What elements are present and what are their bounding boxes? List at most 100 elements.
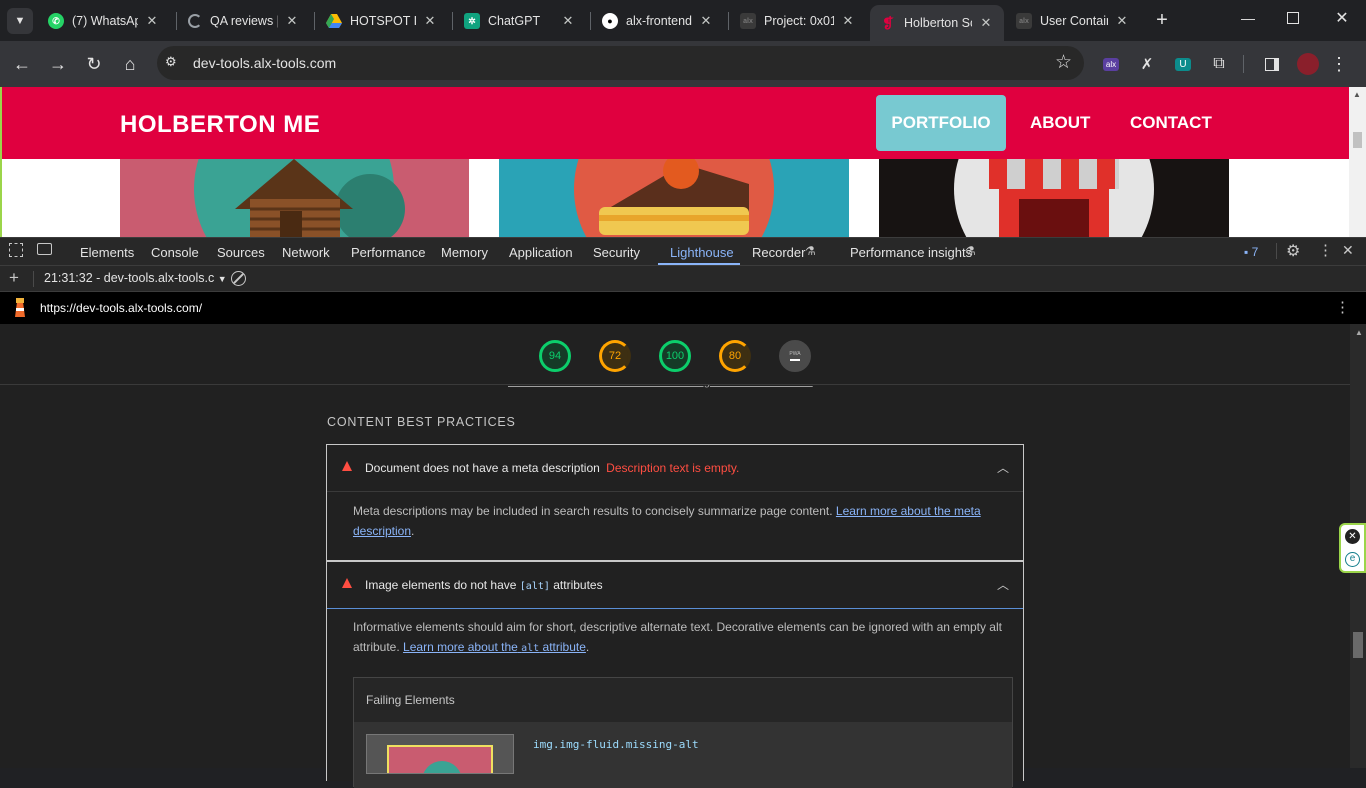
browser-toolbar: ← → ↻ ⌂ ⚙ dev-tools.alx-tools.com ☆ alx …	[0, 41, 1366, 87]
close-icon[interactable]: ✕	[1114, 13, 1130, 29]
nav-about[interactable]: ABOUT	[1014, 95, 1106, 151]
chevron-up-icon[interactable]: ︿	[997, 576, 1009, 593]
flask-icon: ⚗	[965, 244, 976, 258]
failing-elements-table: Failing Elements img.img-fluid.missing-a…	[353, 677, 1013, 788]
tab-search-button[interactable]: ▼	[7, 8, 33, 34]
close-icon[interactable]: ✕	[978, 15, 994, 31]
edge-icon[interactable]: e	[1345, 552, 1360, 567]
devtools-tab-recorder[interactable]: Recorder	[752, 245, 805, 260]
close-circle-icon[interactable]: ✕	[1345, 529, 1360, 544]
devtools-tab-performance[interactable]: Performance	[351, 245, 425, 260]
close-icon[interactable]: ✕	[840, 13, 856, 29]
settings-gear-icon[interactable]: ⚙	[1286, 241, 1300, 261]
nav-portfolio[interactable]: PORTFOLIO	[876, 95, 1006, 151]
close-devtools-icon[interactable]: ✕	[1342, 242, 1354, 259]
menu-button[interactable]: ⋮	[1324, 49, 1354, 79]
dropdown-caret-icon: ▼	[217, 274, 227, 284]
gauge-performance[interactable]: 94	[539, 340, 571, 372]
close-window-button[interactable]: ✕	[1332, 8, 1352, 28]
devtools-tab-sources[interactable]: Sources	[217, 245, 265, 260]
restore-button[interactable]	[1287, 12, 1299, 24]
whatsapp-icon: ✆	[48, 13, 64, 29]
close-icon[interactable]: ✕	[422, 13, 438, 29]
site-logo[interactable]: HOLBERTON ME	[120, 111, 320, 139]
audit-warning: Description text is empty.	[606, 461, 740, 475]
browser-tab-qa-reviews[interactable]: QA reviews | ✕	[178, 5, 310, 37]
section-title: CONTENT BEST PRACTICES	[327, 415, 516, 429]
fail-triangle-icon	[342, 461, 352, 471]
side-panel-button[interactable]	[1257, 49, 1287, 79]
devtools-tab-security[interactable]: Security	[593, 245, 640, 260]
close-icon[interactable]: ✕	[698, 13, 714, 29]
browser-tab-chatgpt[interactable]: ✲ ChatGPT ✕	[454, 5, 586, 37]
devtools-tab-elements[interactable]: Elements	[80, 245, 134, 260]
browser-tab-project[interactable]: alx Project: 0x01 ✕	[730, 5, 866, 37]
floating-extension-widget[interactable]: ✕ e	[1339, 523, 1366, 573]
extension-x[interactable]: ✗	[1132, 49, 1162, 79]
home-button[interactable]: ⌂	[115, 49, 145, 79]
puzzle-icon: ⧉	[1213, 55, 1225, 72]
issues-count: 7	[1251, 245, 1259, 259]
devtools-tab-performance-insights[interactable]: Performance insights	[850, 245, 972, 260]
devtools-tab-bar: Elements Console Sources Network Perform…	[0, 237, 1366, 266]
browser-tab-user-container[interactable]: alx User Contain ✕	[1006, 5, 1140, 37]
device-toolbar-icon[interactable]	[37, 243, 52, 255]
audit-header[interactable]: Image elements do not have [alt] attribu…	[327, 562, 1023, 608]
forward-button[interactable]: →	[43, 49, 73, 79]
new-report-plus-icon[interactable]: +	[9, 268, 19, 288]
portfolio-image-cabin[interactable]	[120, 159, 469, 237]
close-icon[interactable]: ✕	[144, 13, 160, 29]
minimize-button[interactable]: —	[1238, 10, 1258, 30]
report-selector-label: 21:31:32 - dev-tools.alx-tools.c	[44, 271, 215, 285]
learn-more-link[interactable]: Learn more about the alt attribute	[403, 640, 586, 654]
audit-header[interactable]: Document does not have a meta descriptio…	[327, 445, 1023, 491]
issues-button[interactable]: ▪ 7	[1244, 245, 1258, 259]
extension-u[interactable]: U	[1168, 49, 1198, 79]
failing-element-selector[interactable]: img.img-fluid.missing-alt	[533, 738, 699, 751]
star-icon[interactable]: ☆	[1055, 51, 1072, 74]
devtools-tab-lighthouse[interactable]: Lighthouse	[670, 245, 734, 260]
devtools-tab-memory[interactable]: Memory	[441, 245, 488, 260]
gauge-pwa[interactable]: PWA	[779, 340, 811, 372]
more-vert-icon[interactable]: ⋮	[1318, 241, 1333, 259]
clear-icon[interactable]	[231, 271, 246, 286]
gauge-accessibility[interactable]: 72	[599, 340, 631, 372]
new-tab-button[interactable]: +	[1150, 8, 1174, 32]
chevron-up-icon[interactable]: ︿	[997, 459, 1009, 476]
site-scrollbar[interactable]: ▲	[1349, 87, 1366, 237]
back-button[interactable]: ←	[7, 49, 37, 79]
close-icon[interactable]: ✕	[284, 13, 300, 29]
address-bar[interactable]: ⚙ dev-tools.alx-tools.com ☆	[157, 46, 1084, 80]
portfolio-image-cake[interactable]	[499, 159, 849, 237]
audit-image-alt: Image elements do not have [alt] attribu…	[326, 561, 1024, 788]
gauge-seo[interactable]: 80	[719, 340, 751, 372]
close-icon[interactable]: ✕	[560, 13, 576, 29]
browser-tab-strip: ▼ ✆ (7) WhatsApp ✕ QA reviews | ✕ HOTSPO…	[0, 0, 1366, 41]
reload-button[interactable]: ↻	[79, 49, 109, 79]
more-vert-icon[interactable]: ⋮	[1335, 298, 1350, 316]
gauge-best-practices[interactable]: 100	[659, 340, 691, 372]
browser-tab-holberton[interactable]: ❡ Holberton Sc ✕	[870, 5, 1004, 41]
report-selector[interactable]: 21:31:32 - dev-tools.alx-tools.c ▼	[44, 271, 227, 285]
devtools-tab-console[interactable]: Console	[151, 245, 199, 260]
url-text[interactable]: dev-tools.alx-tools.com	[193, 55, 336, 71]
fail-triangle-icon	[342, 578, 352, 588]
reload-icon: ↻	[86, 53, 102, 74]
inspect-element-icon[interactable]	[9, 243, 23, 257]
extension-alx[interactable]: alx	[1096, 49, 1126, 79]
site-info-icon[interactable]: ⚙	[165, 54, 177, 70]
devtools-tab-application[interactable]: Application	[509, 245, 573, 260]
portfolio-image-tent[interactable]	[879, 159, 1229, 237]
website-viewport: HOLBERTON ME PORTFOLIO ABOUT CONTACT ▲	[0, 87, 1366, 237]
tab-title: User Contain	[1040, 14, 1108, 28]
browser-tab-whatsapp[interactable]: ✆ (7) WhatsApp ✕	[38, 5, 170, 37]
extensions-button[interactable]: ⧉	[1204, 49, 1234, 79]
google-drive-icon	[326, 13, 342, 29]
profile-button[interactable]	[1293, 49, 1323, 79]
browser-tab-hotspot[interactable]: HOTSPOT IN ✕	[316, 5, 448, 37]
browser-tab-alx-frontend[interactable]: ● alx-frontend ✕	[592, 5, 724, 37]
report-url[interactable]: https://dev-tools.alx-tools.com/	[40, 301, 202, 315]
tab-title: QA reviews |	[210, 14, 278, 28]
nav-contact[interactable]: CONTACT	[1114, 95, 1228, 151]
devtools-tab-network[interactable]: Network	[282, 245, 330, 260]
